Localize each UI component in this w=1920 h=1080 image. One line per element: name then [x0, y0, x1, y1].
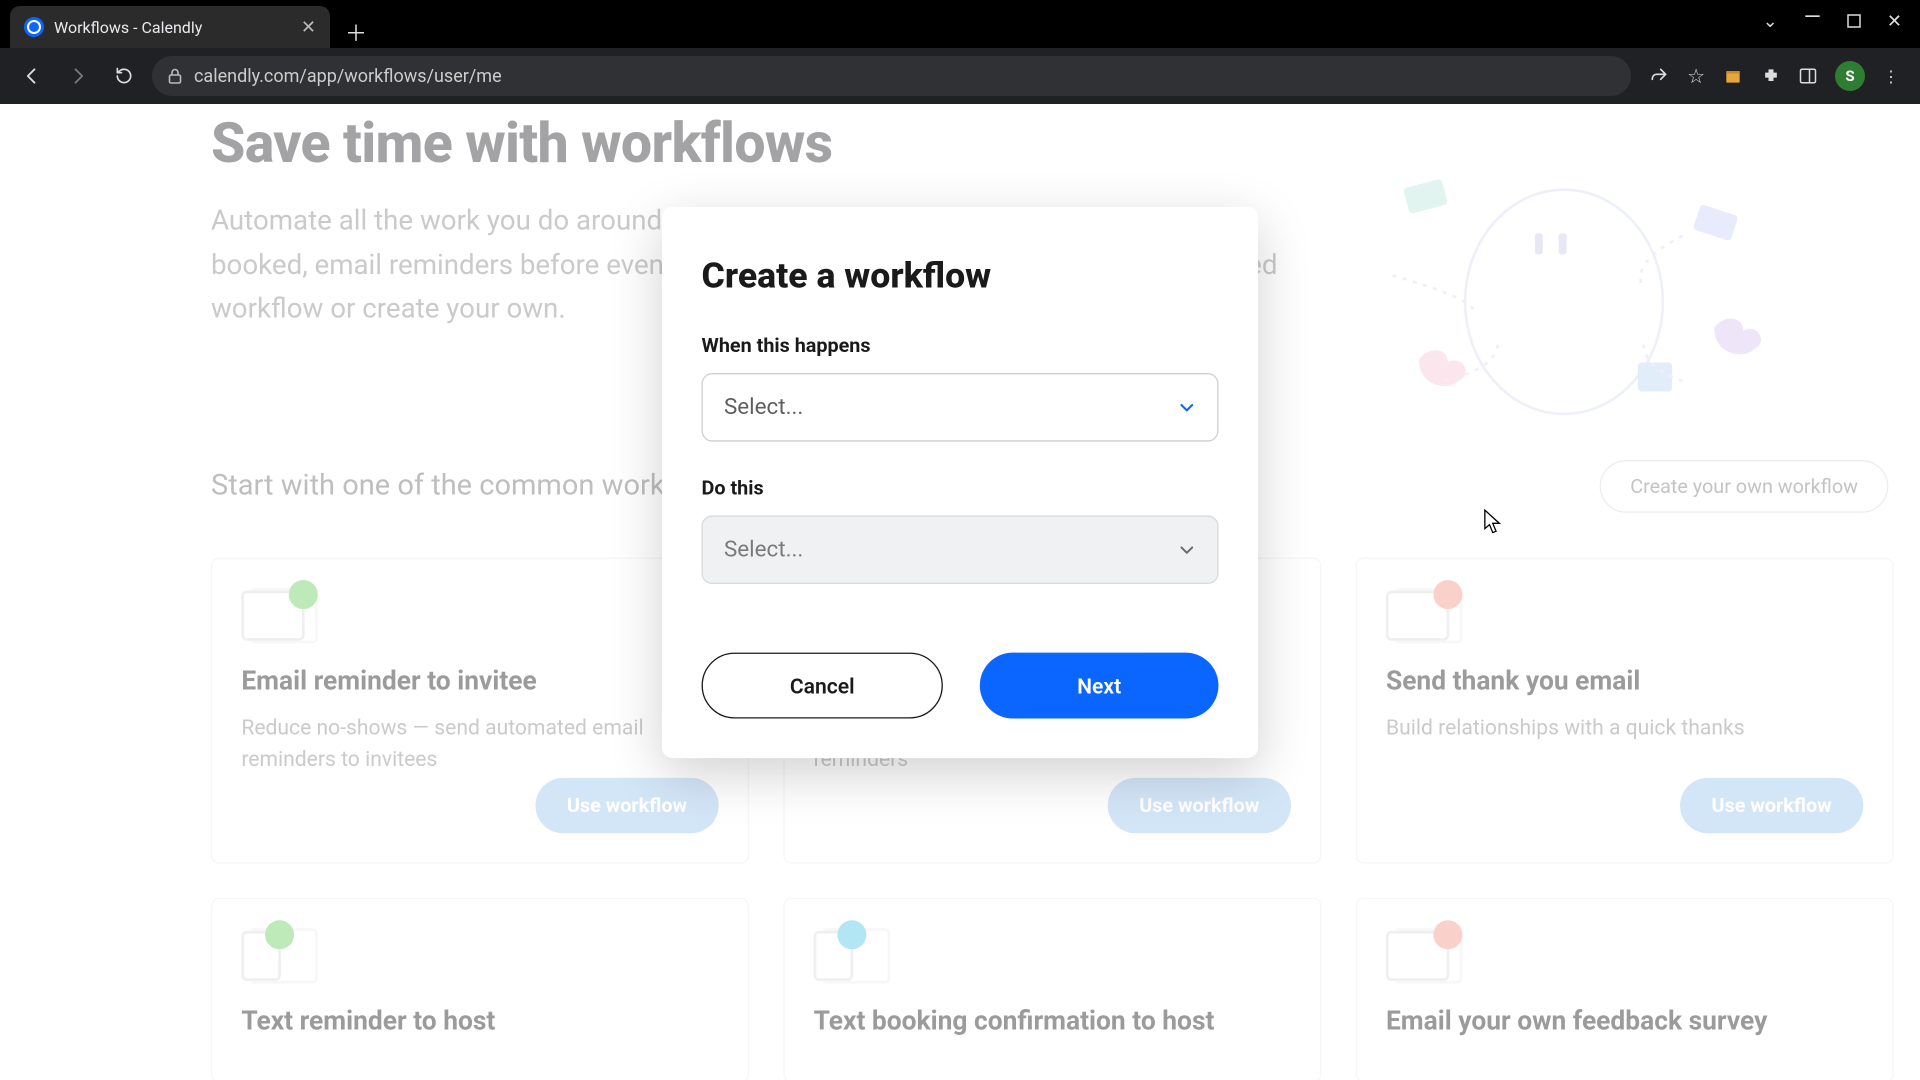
browser-tab[interactable]: Workflows - Calendly ✕ [10, 6, 330, 48]
trigger-label: When this happens [702, 333, 1219, 357]
modal-title: Create a workflow [702, 254, 1219, 296]
share-icon[interactable] [1649, 66, 1669, 86]
titlebar: Workflows - Calendly ✕ ＋ ⌄ — ✕ [0, 0, 1920, 48]
action-placeholder: Select... [724, 537, 803, 563]
reload-button[interactable] [106, 58, 142, 94]
tabs-dropdown-icon[interactable]: ⌄ [1763, 11, 1778, 32]
browser-toolbar: calendly.com/app/workflows/user/me ☆ S ⋮ [0, 48, 1920, 104]
kebab-menu-icon[interactable]: ⋮ [1883, 67, 1898, 86]
extension-badge-icon[interactable] [1723, 66, 1743, 86]
action-label: Do this [702, 476, 1219, 500]
trigger-placeholder: Select... [724, 394, 803, 420]
address-bar[interactable]: calendly.com/app/workflows/user/me [152, 56, 1631, 96]
sidepanel-icon[interactable] [1799, 67, 1817, 85]
minimize-icon[interactable]: — [1804, 5, 1821, 30]
browser-frame: Workflows - Calendly ✕ ＋ ⌄ — ✕ calendly [0, 0, 1920, 1080]
lock-icon [168, 68, 182, 84]
workflows-page: Save time with workflows Automate all th… [0, 104, 1920, 1080]
next-button[interactable]: Next [980, 653, 1219, 719]
viewport: Save time with workflows Automate all th… [0, 104, 1920, 1080]
back-button[interactable] [14, 58, 50, 94]
chevron-down-icon [1178, 398, 1196, 416]
calendly-favicon-icon [24, 17, 44, 37]
window-controls: ⌄ — ✕ [1745, 0, 1920, 42]
create-workflow-modal: Create a workflow When this happens Sele… [662, 207, 1258, 758]
url-text: calendly.com/app/workflows/user/me [194, 66, 502, 87]
cancel-button[interactable]: Cancel [702, 653, 943, 719]
close-tab-icon[interactable]: ✕ [301, 17, 316, 38]
extensions-icon[interactable] [1761, 66, 1781, 86]
toolbar-right: ☆ S ⋮ [1641, 61, 1906, 91]
action-select[interactable]: Select... [702, 515, 1219, 584]
modal-layer: Create a workflow When this happens Sele… [0, 104, 1920, 1080]
forward-button[interactable] [60, 58, 96, 94]
maximize-icon[interactable] [1847, 14, 1861, 28]
profile-avatar[interactable]: S [1835, 61, 1865, 91]
chevron-down-icon [1178, 540, 1196, 558]
modal-actions: Cancel Next [702, 653, 1219, 719]
tab-title: Workflows - Calendly [54, 18, 202, 37]
avatar-letter: S [1845, 67, 1854, 85]
new-tab-button[interactable]: ＋ [340, 16, 372, 48]
trigger-select[interactable]: Select... [702, 373, 1219, 442]
close-window-icon[interactable]: ✕ [1887, 11, 1902, 32]
bookmark-star-icon[interactable]: ☆ [1687, 64, 1705, 88]
